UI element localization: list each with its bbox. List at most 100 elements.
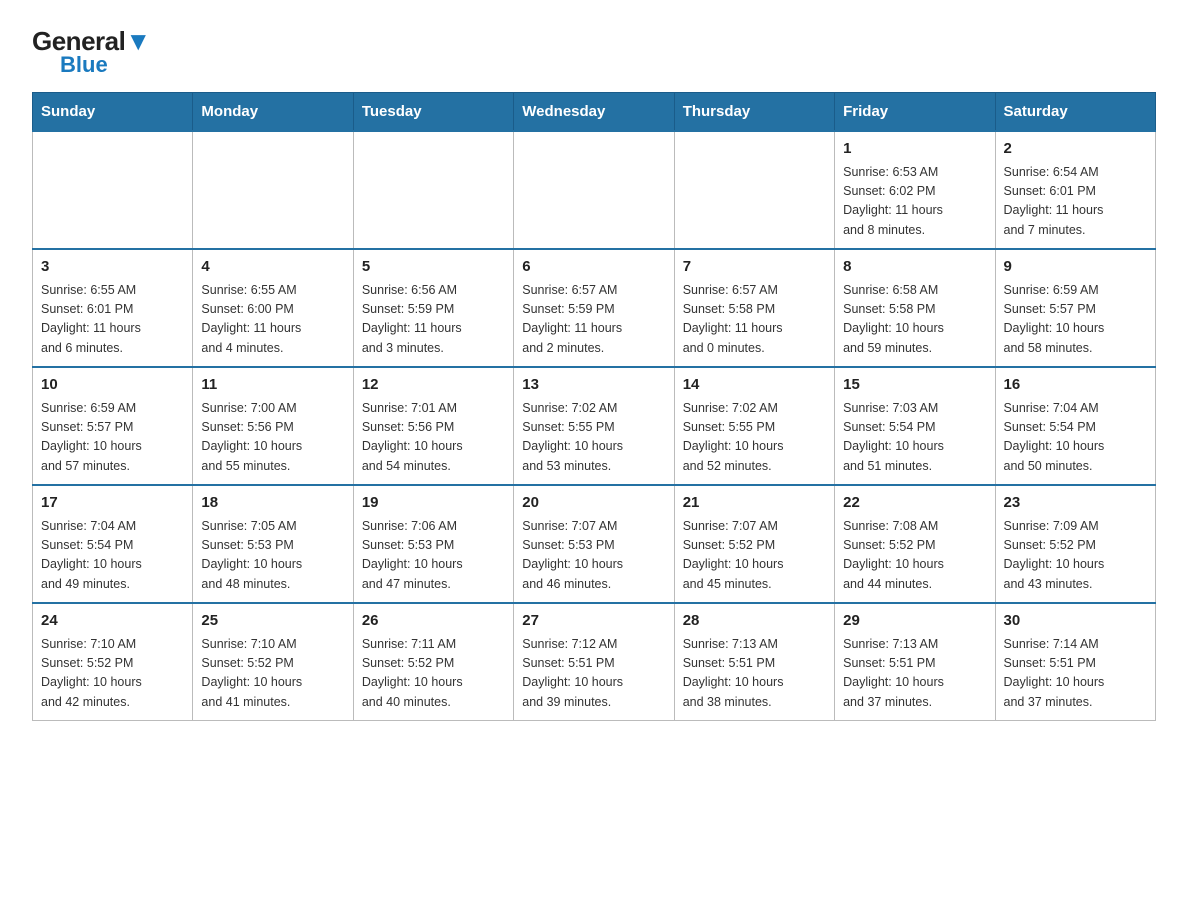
calendar-week-3: 10Sunrise: 6:59 AMSunset: 5:57 PMDayligh…: [33, 367, 1156, 485]
weekday-header-friday: Friday: [835, 93, 995, 132]
weekday-header-sunday: Sunday: [33, 93, 193, 132]
calendar-cell: 24Sunrise: 7:10 AMSunset: 5:52 PMDayligh…: [33, 603, 193, 721]
day-info: Sunrise: 6:55 AMSunset: 6:01 PMDaylight:…: [41, 281, 184, 359]
day-info: Sunrise: 6:59 AMSunset: 5:57 PMDaylight:…: [41, 399, 184, 477]
day-number: 6: [522, 256, 665, 279]
day-info: Sunrise: 7:01 AMSunset: 5:56 PMDaylight:…: [362, 399, 505, 477]
calendar-cell: 27Sunrise: 7:12 AMSunset: 5:51 PMDayligh…: [514, 603, 674, 721]
weekday-header-wednesday: Wednesday: [514, 93, 674, 132]
calendar-week-2: 3Sunrise: 6:55 AMSunset: 6:01 PMDaylight…: [33, 249, 1156, 367]
day-info: Sunrise: 6:58 AMSunset: 5:58 PMDaylight:…: [843, 281, 986, 359]
calendar-cell: 28Sunrise: 7:13 AMSunset: 5:51 PMDayligh…: [674, 603, 834, 721]
day-number: 21: [683, 492, 826, 515]
day-number: 20: [522, 492, 665, 515]
calendar-week-4: 17Sunrise: 7:04 AMSunset: 5:54 PMDayligh…: [33, 485, 1156, 603]
day-info: Sunrise: 7:04 AMSunset: 5:54 PMDaylight:…: [1004, 399, 1147, 477]
calendar-cell: 5Sunrise: 6:56 AMSunset: 5:59 PMDaylight…: [353, 249, 513, 367]
calendar-cell: 18Sunrise: 7:05 AMSunset: 5:53 PMDayligh…: [193, 485, 353, 603]
day-info: Sunrise: 7:10 AMSunset: 5:52 PMDaylight:…: [41, 635, 184, 713]
day-info: Sunrise: 7:13 AMSunset: 5:51 PMDaylight:…: [683, 635, 826, 713]
day-info: Sunrise: 6:53 AMSunset: 6:02 PMDaylight:…: [843, 163, 986, 241]
day-number: 1: [843, 138, 986, 161]
weekday-header-saturday: Saturday: [995, 93, 1155, 132]
page-header: General▼ Blue: [32, 24, 1156, 76]
calendar-cell: 2Sunrise: 6:54 AMSunset: 6:01 PMDaylight…: [995, 131, 1155, 249]
day-number: 5: [362, 256, 505, 279]
calendar-cell: 12Sunrise: 7:01 AMSunset: 5:56 PMDayligh…: [353, 367, 513, 485]
calendar-cell: 26Sunrise: 7:11 AMSunset: 5:52 PMDayligh…: [353, 603, 513, 721]
day-info: Sunrise: 7:05 AMSunset: 5:53 PMDaylight:…: [201, 517, 344, 595]
day-number: 28: [683, 610, 826, 633]
day-info: Sunrise: 7:14 AMSunset: 5:51 PMDaylight:…: [1004, 635, 1147, 713]
day-number: 26: [362, 610, 505, 633]
day-info: Sunrise: 6:57 AMSunset: 5:58 PMDaylight:…: [683, 281, 826, 359]
calendar-cell: 10Sunrise: 6:59 AMSunset: 5:57 PMDayligh…: [33, 367, 193, 485]
day-info: Sunrise: 7:10 AMSunset: 5:52 PMDaylight:…: [201, 635, 344, 713]
calendar-cell: 17Sunrise: 7:04 AMSunset: 5:54 PMDayligh…: [33, 485, 193, 603]
weekday-header-thursday: Thursday: [674, 93, 834, 132]
day-number: 14: [683, 374, 826, 397]
day-number: 10: [41, 374, 184, 397]
calendar-week-5: 24Sunrise: 7:10 AMSunset: 5:52 PMDayligh…: [33, 603, 1156, 721]
logo: General▼ Blue: [32, 24, 151, 76]
calendar-cell: 14Sunrise: 7:02 AMSunset: 5:55 PMDayligh…: [674, 367, 834, 485]
day-number: 18: [201, 492, 344, 515]
day-info: Sunrise: 7:07 AMSunset: 5:53 PMDaylight:…: [522, 517, 665, 595]
calendar-cell: 9Sunrise: 6:59 AMSunset: 5:57 PMDaylight…: [995, 249, 1155, 367]
logo-blue-text: Blue: [60, 54, 108, 76]
day-number: 23: [1004, 492, 1147, 515]
logo-triangle-icon: ▼: [125, 26, 150, 56]
logo-general-text: General▼: [32, 28, 151, 54]
day-info: Sunrise: 6:54 AMSunset: 6:01 PMDaylight:…: [1004, 163, 1147, 241]
day-number: 3: [41, 256, 184, 279]
day-number: 22: [843, 492, 986, 515]
day-info: Sunrise: 6:59 AMSunset: 5:57 PMDaylight:…: [1004, 281, 1147, 359]
calendar-cell: 29Sunrise: 7:13 AMSunset: 5:51 PMDayligh…: [835, 603, 995, 721]
day-info: Sunrise: 7:12 AMSunset: 5:51 PMDaylight:…: [522, 635, 665, 713]
day-number: 11: [201, 374, 344, 397]
calendar-cell: 3Sunrise: 6:55 AMSunset: 6:01 PMDaylight…: [33, 249, 193, 367]
day-info: Sunrise: 7:13 AMSunset: 5:51 PMDaylight:…: [843, 635, 986, 713]
day-number: 24: [41, 610, 184, 633]
calendar-cell: 21Sunrise: 7:07 AMSunset: 5:52 PMDayligh…: [674, 485, 834, 603]
weekday-header-tuesday: Tuesday: [353, 93, 513, 132]
calendar-cell: 13Sunrise: 7:02 AMSunset: 5:55 PMDayligh…: [514, 367, 674, 485]
calendar-cell: [353, 131, 513, 249]
calendar-cell: [514, 131, 674, 249]
calendar-cell: 22Sunrise: 7:08 AMSunset: 5:52 PMDayligh…: [835, 485, 995, 603]
day-number: 12: [362, 374, 505, 397]
day-info: Sunrise: 7:07 AMSunset: 5:52 PMDaylight:…: [683, 517, 826, 595]
calendar-week-1: 1Sunrise: 6:53 AMSunset: 6:02 PMDaylight…: [33, 131, 1156, 249]
day-info: Sunrise: 6:57 AMSunset: 5:59 PMDaylight:…: [522, 281, 665, 359]
calendar-cell: 25Sunrise: 7:10 AMSunset: 5:52 PMDayligh…: [193, 603, 353, 721]
calendar-cell: 1Sunrise: 6:53 AMSunset: 6:02 PMDaylight…: [835, 131, 995, 249]
day-info: Sunrise: 7:03 AMSunset: 5:54 PMDaylight:…: [843, 399, 986, 477]
day-number: 8: [843, 256, 986, 279]
day-number: 16: [1004, 374, 1147, 397]
weekday-header-monday: Monday: [193, 93, 353, 132]
calendar-cell: 7Sunrise: 6:57 AMSunset: 5:58 PMDaylight…: [674, 249, 834, 367]
day-info: Sunrise: 7:02 AMSunset: 5:55 PMDaylight:…: [522, 399, 665, 477]
calendar-cell: 20Sunrise: 7:07 AMSunset: 5:53 PMDayligh…: [514, 485, 674, 603]
calendar-cell: [674, 131, 834, 249]
day-info: Sunrise: 6:56 AMSunset: 5:59 PMDaylight:…: [362, 281, 505, 359]
day-number: 13: [522, 374, 665, 397]
day-info: Sunrise: 7:08 AMSunset: 5:52 PMDaylight:…: [843, 517, 986, 595]
calendar-cell: 23Sunrise: 7:09 AMSunset: 5:52 PMDayligh…: [995, 485, 1155, 603]
calendar-cell: 8Sunrise: 6:58 AMSunset: 5:58 PMDaylight…: [835, 249, 995, 367]
calendar-cell: 11Sunrise: 7:00 AMSunset: 5:56 PMDayligh…: [193, 367, 353, 485]
calendar-cell: 6Sunrise: 6:57 AMSunset: 5:59 PMDaylight…: [514, 249, 674, 367]
day-info: Sunrise: 7:06 AMSunset: 5:53 PMDaylight:…: [362, 517, 505, 595]
day-number: 27: [522, 610, 665, 633]
day-number: 2: [1004, 138, 1147, 161]
day-number: 4: [201, 256, 344, 279]
calendar-cell: 30Sunrise: 7:14 AMSunset: 5:51 PMDayligh…: [995, 603, 1155, 721]
day-number: 30: [1004, 610, 1147, 633]
day-info: Sunrise: 7:00 AMSunset: 5:56 PMDaylight:…: [201, 399, 344, 477]
day-number: 19: [362, 492, 505, 515]
day-info: Sunrise: 7:09 AMSunset: 5:52 PMDaylight:…: [1004, 517, 1147, 595]
day-info: Sunrise: 7:11 AMSunset: 5:52 PMDaylight:…: [362, 635, 505, 713]
day-info: Sunrise: 7:04 AMSunset: 5:54 PMDaylight:…: [41, 517, 184, 595]
calendar-table: SundayMondayTuesdayWednesdayThursdayFrid…: [32, 92, 1156, 721]
day-number: 29: [843, 610, 986, 633]
